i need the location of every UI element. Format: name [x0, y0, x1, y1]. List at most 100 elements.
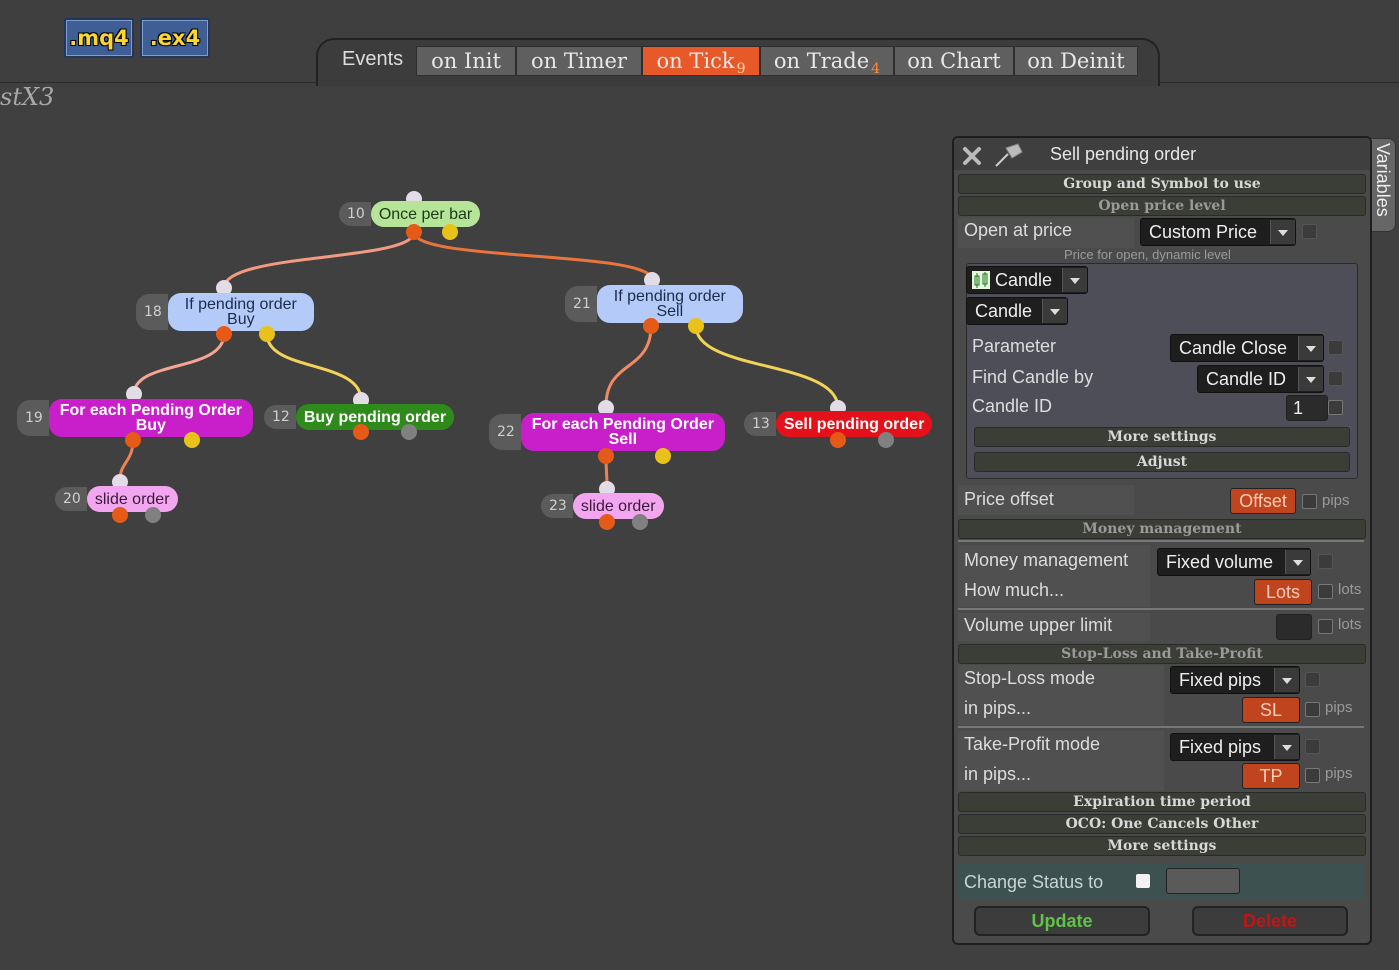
node-id: 20 — [55, 487, 87, 511]
sl-unit: pips — [1325, 699, 1353, 716]
parameter-checkbox[interactable] — [1328, 340, 1343, 355]
dropdown-value: Candle ID — [1206, 368, 1287, 389]
volume-limit-label: Volume upper limit — [964, 615, 1113, 635]
change-status-label: Change Status to — [964, 872, 1104, 892]
divider — [958, 726, 1364, 728]
how-much-checkbox[interactable] — [1318, 584, 1333, 599]
sl-checkbox[interactable] — [1305, 702, 1320, 717]
section-open-price[interactable]: Open price level — [958, 196, 1366, 216]
section-more-settings[interactable]: More settings — [958, 836, 1366, 856]
node-output-port[interactable] — [145, 507, 161, 523]
divider — [958, 540, 1364, 542]
node-label: Buy pending order — [295, 404, 455, 430]
sl-mode-label: Stop-Loss mode — [964, 668, 1096, 688]
node-label: slide order — [86, 486, 178, 512]
volume-limit-checkbox[interactable] — [1318, 619, 1333, 634]
node-output-port[interactable] — [259, 326, 275, 342]
node-output-port[interactable] — [878, 432, 894, 448]
node-output-port[interactable] — [830, 432, 846, 448]
update-button[interactable]: Update — [974, 906, 1150, 936]
tp-input[interactable]: TP — [1242, 763, 1300, 789]
node-output-port[interactable] — [643, 318, 659, 334]
divider — [958, 608, 1364, 610]
section-money-management[interactable]: Money management — [958, 519, 1366, 539]
chevron-down-icon — [1274, 668, 1299, 692]
price-hint: Price for open, dynamic level — [1064, 247, 1231, 262]
dropdown-value: Fixed pips — [1179, 736, 1262, 757]
money-management-dropdown[interactable]: Fixed volume — [1157, 548, 1311, 576]
delete-button[interactable]: Delete — [1192, 906, 1348, 936]
variables-tab[interactable]: Variables — [1368, 138, 1396, 232]
wire — [265, 333, 363, 401]
money-management-label: Money management — [964, 550, 1129, 570]
panel-titlebar: Sell pending order — [954, 138, 1370, 170]
section-adjust[interactable]: Adjust — [974, 452, 1350, 472]
find-candle-checkbox[interactable] — [1328, 371, 1343, 386]
node-for-each-pending-sell[interactable]: 22 For each Pending Order Sell — [489, 413, 725, 451]
node-output-port[interactable] — [125, 432, 141, 448]
open-at-price-dropdown[interactable]: Custom Price — [1140, 218, 1296, 246]
chevron-down-icon — [1042, 299, 1067, 323]
volume-limit-unit: lots — [1338, 616, 1362, 633]
node-output-port[interactable] — [112, 507, 128, 523]
node-id: 18 — [136, 294, 168, 330]
tp-mode-checkbox[interactable] — [1305, 739, 1320, 754]
node-output-port[interactable] — [688, 318, 704, 334]
volume-limit-input[interactable] — [1276, 614, 1312, 640]
change-status-checkbox[interactable] — [1136, 874, 1150, 888]
dropdown-value: Candle — [995, 269, 1053, 290]
candle-type-dropdown[interactable]: Candle — [966, 266, 1088, 294]
node-output-port[interactable] — [632, 514, 648, 530]
how-much-unit: lots — [1338, 581, 1362, 598]
node-label: For each Pending Order Sell — [520, 413, 725, 451]
node-output-port[interactable] — [442, 224, 458, 240]
wire — [604, 325, 653, 407]
node-output-port[interactable] — [599, 514, 615, 530]
node-id: 12 — [264, 405, 296, 429]
node-label: slide order — [572, 493, 664, 519]
how-much-input[interactable]: Lots — [1254, 579, 1312, 605]
price-offset-checkbox[interactable] — [1302, 494, 1317, 509]
candle-dropdown[interactable]: Candle — [966, 297, 1068, 325]
node-once-per-bar[interactable]: 10 Once per bar — [339, 201, 481, 227]
open-at-price-checkbox[interactable] — [1302, 224, 1317, 239]
node-output-port[interactable] — [353, 424, 369, 440]
close-icon[interactable] — [962, 146, 982, 166]
money-management-checkbox[interactable] — [1318, 554, 1333, 569]
section-sl-tp[interactable]: Stop-Loss and Take-Profit — [958, 644, 1366, 664]
node-output-port[interactable] — [216, 326, 232, 342]
parameter-dropdown[interactable]: Candle Close — [1170, 334, 1324, 362]
node-label: If pending order Buy — [167, 293, 314, 331]
tp-unit: pips — [1325, 765, 1353, 782]
properties-panel: Sell pending order Group and Symbol to u… — [952, 136, 1372, 945]
dropdown-value: Candle — [975, 300, 1033, 321]
tp-checkbox[interactable] — [1305, 768, 1320, 783]
section-expiration[interactable]: Expiration time period — [958, 792, 1366, 812]
node-output-port[interactable] — [406, 224, 422, 240]
candle-id-input[interactable]: 1 — [1286, 395, 1328, 421]
pin-icon[interactable] — [992, 142, 1026, 168]
node-output-port[interactable] — [598, 448, 614, 464]
find-candle-dropdown[interactable]: Candle ID — [1197, 365, 1324, 393]
change-status-input[interactable] — [1166, 868, 1240, 894]
sl-mode-dropdown[interactable]: Fixed pips — [1170, 666, 1300, 694]
open-at-price-label: Open at price — [964, 220, 1073, 240]
dropdown-value: Candle Close — [1179, 337, 1288, 358]
tab-on-deinit[interactable]: on Deinit — [1014, 46, 1138, 76]
section-more-settings-inner[interactable]: More settings — [974, 427, 1350, 447]
node-output-port[interactable] — [401, 424, 417, 440]
node-output-port[interactable] — [184, 432, 200, 448]
node-if-pending-sell[interactable]: 21 If pending order Sell — [565, 285, 743, 323]
variables-tab-label: Variables — [1373, 143, 1393, 217]
price-offset-input[interactable]: Offset — [1230, 488, 1296, 514]
wire — [694, 325, 840, 409]
chevron-down-icon — [1274, 735, 1299, 759]
sl-mode-checkbox[interactable] — [1305, 672, 1320, 687]
dropdown-value: Custom Price — [1149, 221, 1258, 242]
sl-input[interactable]: SL — [1242, 697, 1300, 723]
candle-id-checkbox[interactable] — [1328, 400, 1343, 415]
node-output-port[interactable] — [655, 448, 671, 464]
section-oco[interactable]: OCO: One Cancels Other — [958, 814, 1366, 834]
section-group-symbol[interactable]: Group and Symbol to use — [958, 174, 1366, 194]
tp-mode-dropdown[interactable]: Fixed pips — [1170, 733, 1300, 761]
